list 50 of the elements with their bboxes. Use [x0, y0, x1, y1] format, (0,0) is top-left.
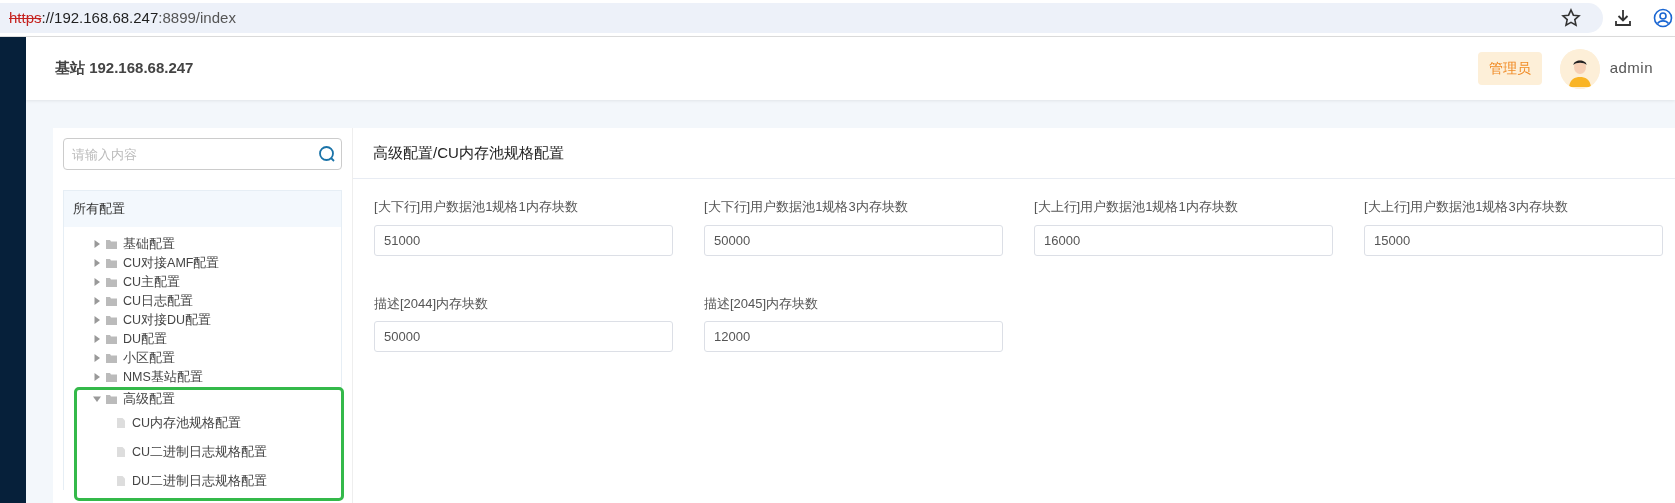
tree-item[interactable]: DU二进制日志规格配置	[132, 471, 268, 491]
tree-item[interactable]: CU对接DU配置	[123, 310, 212, 330]
username[interactable]: admin	[1609, 57, 1653, 80]
folder-icon	[106, 372, 117, 382]
input-field[interactable]: 16000	[1034, 224, 1333, 256]
tree-item[interactable]: DU配置	[123, 329, 168, 349]
url-scheme: https	[9, 7, 42, 28]
field-label: [大下行]用户数据池1规格3内存块数	[704, 198, 909, 216]
station-title: 基站 192.168.68.247	[55, 58, 194, 79]
field-label: 描述[2044]内存块数	[374, 294, 490, 313]
folder-icon	[106, 296, 117, 306]
folder-icon	[106, 353, 117, 363]
input-field[interactable]: 12000	[704, 321, 1003, 352]
tree-root[interactable]: 所有配置	[64, 191, 341, 227]
tree-item[interactable]: CU主配置	[123, 272, 181, 292]
file-icon	[117, 476, 125, 486]
download-icon[interactable]	[1613, 8, 1633, 28]
star-icon[interactable]	[1561, 8, 1581, 28]
field-label: [大下行]用户数据池1规格1内存块数	[374, 198, 579, 216]
address-bar[interactable]: https://192.168.68.247:8899/index	[0, 3, 1603, 33]
tree-item[interactable]: CU对接AMF配置	[123, 253, 220, 273]
tree-item[interactable]: 基础配置	[123, 234, 175, 254]
field-label: 描述[2045]内存块数	[704, 294, 820, 313]
folder-icon	[106, 334, 117, 344]
tree-item[interactable]: 小区配置	[123, 348, 175, 368]
field-label: [大上行]用户数据池1规格3内存块数	[1364, 198, 1569, 216]
file-icon	[117, 418, 125, 428]
tree-item[interactable]: CU二进制日志规格配置	[132, 442, 268, 462]
folder-icon	[106, 277, 117, 287]
tree-item[interactable]: NMS基站配置	[123, 367, 203, 387]
role-badge: 管理员	[1477, 52, 1542, 85]
url-path: :8899/index	[158, 7, 236, 28]
file-icon	[117, 447, 125, 457]
folder-icon	[106, 258, 117, 268]
input-field[interactable]: 51000	[374, 224, 673, 256]
profile-icon[interactable]	[1653, 8, 1673, 28]
field-label: [大上行]用户数据池1规格1内存块数	[1034, 198, 1239, 216]
search-field[interactable]: 请输入内容	[63, 138, 342, 170]
search-icon[interactable]	[318, 145, 336, 163]
tree-item[interactable]: CU日志配置	[123, 291, 194, 311]
input-field[interactable]: 50000	[704, 224, 1003, 256]
input-field[interactable]: 50000	[374, 321, 673, 352]
panel-title: 高级配置/CU内存池规格配置	[353, 128, 1675, 179]
tree-item[interactable]: 高级配置	[123, 389, 175, 409]
folder-icon	[106, 394, 117, 404]
folder-icon	[106, 315, 117, 325]
tree-item[interactable]: CU内存池规格配置	[132, 413, 242, 433]
url-host: ://192.168.68.247	[41, 7, 159, 28]
input-field[interactable]: 15000	[1364, 224, 1663, 256]
folder-icon	[106, 239, 117, 249]
